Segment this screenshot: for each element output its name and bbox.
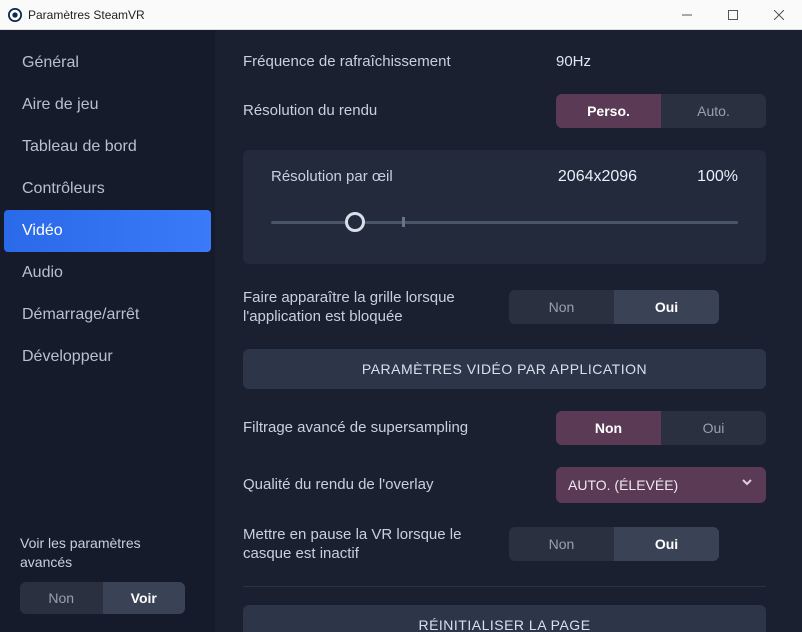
resolution-panel: Résolution par œil 2064x2096 100% bbox=[243, 150, 766, 264]
pause-vr-label: Mettre en pause la VR lorsque le casque … bbox=[243, 525, 493, 564]
advanced-off[interactable]: Non bbox=[20, 582, 103, 614]
pause-vr-row: Mettre en pause la VR lorsque le casque … bbox=[243, 525, 766, 564]
sidebar-item-general[interactable]: Général bbox=[0, 42, 215, 84]
close-button[interactable] bbox=[756, 0, 802, 30]
grid-row: Faire apparaître la grille lorsque l'app… bbox=[243, 288, 766, 327]
pause-vr-no[interactable]: Non bbox=[509, 527, 614, 561]
advanced-settings-toggle[interactable]: Non Voir bbox=[20, 582, 185, 614]
slider-tick bbox=[402, 217, 405, 227]
steamvr-icon bbox=[8, 8, 22, 22]
sidebar: Général Aire de jeu Tableau de bord Cont… bbox=[0, 30, 215, 632]
sidebar-item-video[interactable]: Vidéo bbox=[4, 210, 211, 252]
sidebar-item-audio[interactable]: Audio bbox=[0, 252, 215, 294]
refresh-row: Fréquence de rafraîchissement 90Hz bbox=[243, 52, 766, 72]
overlay-quality-dropdown[interactable]: AUTO. (ÉLEVÉE) bbox=[556, 467, 766, 503]
refresh-label: Fréquence de rafraîchissement bbox=[243, 52, 540, 72]
ss-filter-toggle[interactable]: Non Oui bbox=[556, 411, 766, 445]
resolution-header: Résolution par œil 2064x2096 100% bbox=[271, 168, 738, 186]
sidebar-item-dashboard[interactable]: Tableau de bord bbox=[0, 126, 215, 168]
resolution-slider[interactable] bbox=[271, 212, 738, 232]
pause-vr-toggle[interactable]: Non Oui bbox=[509, 527, 719, 561]
refresh-value: 90Hz bbox=[556, 53, 766, 70]
render-res-label: Résolution du rendu bbox=[243, 101, 540, 121]
titlebar: Paramètres SteamVR bbox=[0, 0, 802, 30]
advanced-settings-label: Voir les paramètres avancés bbox=[20, 534, 195, 572]
per-eye-label: Résolution par œil bbox=[271, 168, 558, 185]
render-res-toggle[interactable]: Perso. Auto. bbox=[556, 94, 766, 128]
sidebar-item-developer[interactable]: Développeur bbox=[0, 336, 215, 378]
render-res-custom[interactable]: Perso. bbox=[556, 94, 661, 128]
grid-toggle[interactable]: Non Oui bbox=[509, 290, 719, 324]
advanced-settings-block: Voir les paramètres avancés Non Voir bbox=[0, 520, 215, 632]
grid-yes[interactable]: Oui bbox=[614, 290, 719, 324]
separator bbox=[243, 586, 766, 587]
ss-filter-label: Filtrage avancé de supersampling bbox=[243, 418, 540, 438]
window-title: Paramètres SteamVR bbox=[28, 8, 664, 22]
ss-filter-no[interactable]: Non bbox=[556, 411, 661, 445]
maximize-button[interactable] bbox=[710, 0, 756, 30]
pause-vr-yes[interactable]: Oui bbox=[614, 527, 719, 561]
render-res-row: Résolution du rendu Perso. Auto. bbox=[243, 94, 766, 128]
grid-label: Faire apparaître la grille lorsque l'app… bbox=[243, 288, 493, 327]
advanced-on[interactable]: Voir bbox=[103, 582, 186, 614]
minimize-button[interactable] bbox=[664, 0, 710, 30]
ss-filter-yes[interactable]: Oui bbox=[661, 411, 766, 445]
main-panel: Fréquence de rafraîchissement 90Hz Résol… bbox=[215, 30, 802, 632]
slider-track bbox=[271, 221, 738, 224]
overlay-quality-selected: AUTO. (ÉLEVÉE) bbox=[568, 477, 740, 493]
per-eye-value: 2064x2096 bbox=[558, 168, 637, 186]
render-res-auto[interactable]: Auto. bbox=[661, 94, 766, 128]
overlay-quality-row: Qualité du rendu de l'overlay AUTO. (ÉLE… bbox=[243, 467, 766, 503]
reset-page-button[interactable]: RÉINITIALISER LA PAGE bbox=[243, 605, 766, 632]
sidebar-item-play-area[interactable]: Aire de jeu bbox=[0, 84, 215, 126]
per-eye-percent: 100% bbox=[697, 168, 738, 186]
sidebar-item-startup[interactable]: Démarrage/arrêt bbox=[0, 294, 215, 336]
per-app-settings-button[interactable]: PARAMÈTRES VIDÉO PAR APPLICATION bbox=[243, 349, 766, 389]
slider-knob[interactable] bbox=[345, 212, 365, 232]
overlay-quality-label: Qualité du rendu de l'overlay bbox=[243, 475, 540, 495]
sidebar-item-controllers[interactable]: Contrôleurs bbox=[0, 168, 215, 210]
chevron-down-icon bbox=[740, 475, 754, 494]
grid-no[interactable]: Non bbox=[509, 290, 614, 324]
app-body: Général Aire de jeu Tableau de bord Cont… bbox=[0, 30, 802, 632]
ss-filter-row: Filtrage avancé de supersampling Non Oui bbox=[243, 411, 766, 445]
